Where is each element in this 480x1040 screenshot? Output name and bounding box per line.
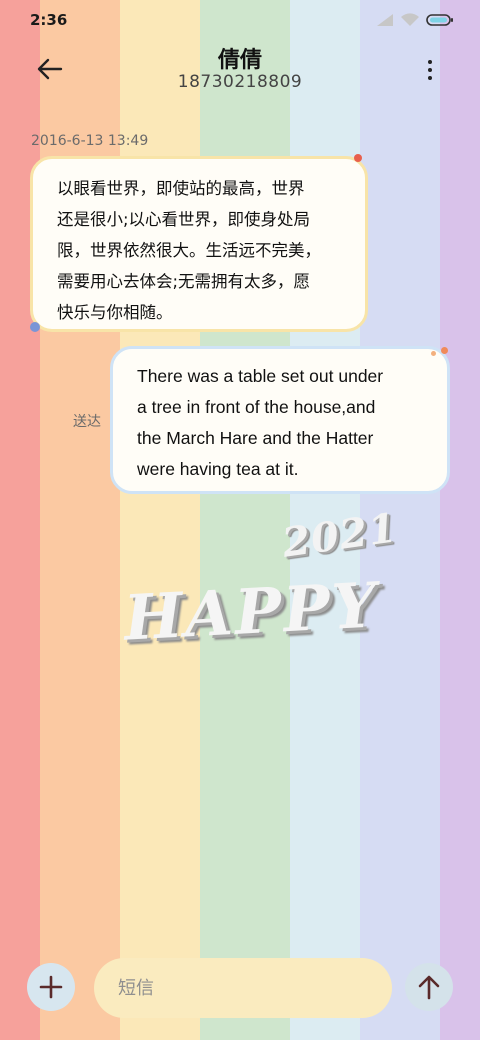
message-line: 以眼看世界，即使站的最高，世界 <box>57 179 305 198</box>
message-line: the March Hare and the Hatter <box>137 428 374 448</box>
contact-number: 18730218809 <box>177 72 303 92</box>
battery-icon <box>426 14 453 26</box>
wifi-icon <box>401 13 419 26</box>
plus-icon <box>39 975 63 999</box>
send-arrow-icon <box>418 975 440 1000</box>
message-line: 需要用心去体会;无需拥有太多，愿 <box>57 272 311 291</box>
incoming-message-bubble[interactable]: 以眼看世界，即使站的最高，世界 还是很小;以心看世界，即使身处局 限，世界依然很… <box>30 156 368 332</box>
wallpaper-stripe <box>0 0 40 1040</box>
wallpaper-happy-text: HAPPY <box>122 568 380 655</box>
bubble-decoration <box>431 351 436 356</box>
more-vertical-icon <box>428 76 432 80</box>
message-timestamp: 2016-6-13 13:49 <box>31 133 149 149</box>
status-bar: 2:36 <box>0 0 480 40</box>
outgoing-message-bubble[interactable]: There was a table set out under a tree i… <box>110 346 450 494</box>
message-line: 还是很小;以心看世界，即使身处局 <box>57 210 311 229</box>
message-line: were having tea at it. <box>137 459 299 479</box>
add-attachment-button[interactable] <box>27 963 75 1011</box>
bubble-decoration <box>354 154 362 162</box>
contact-name: 倩倩 <box>217 48 262 73</box>
compose-bar <box>0 955 480 1021</box>
signal-icon <box>377 14 393 26</box>
message-line: 快乐与你相随。 <box>57 303 173 322</box>
more-options-button[interactable] <box>420 56 440 84</box>
wallpaper-stripe <box>440 0 480 1040</box>
status-icons <box>376 13 454 27</box>
conversation-header: 倩倩 18730218809 <box>0 40 480 100</box>
message-line: 限，世界依然很大。生活远不完美， <box>57 241 321 260</box>
message-line: There was a table set out under <box>137 366 384 386</box>
more-vertical-icon <box>428 68 432 72</box>
bubble-decoration <box>441 347 448 354</box>
send-button[interactable] <box>405 963 453 1011</box>
status-time: 2:36 <box>30 11 68 29</box>
message-input[interactable] <box>94 958 392 1018</box>
delivery-status: 送达 <box>73 414 101 430</box>
bubble-decoration <box>30 322 40 332</box>
message-line: a tree in front of the house,and <box>137 397 376 417</box>
more-vertical-icon <box>428 60 432 64</box>
